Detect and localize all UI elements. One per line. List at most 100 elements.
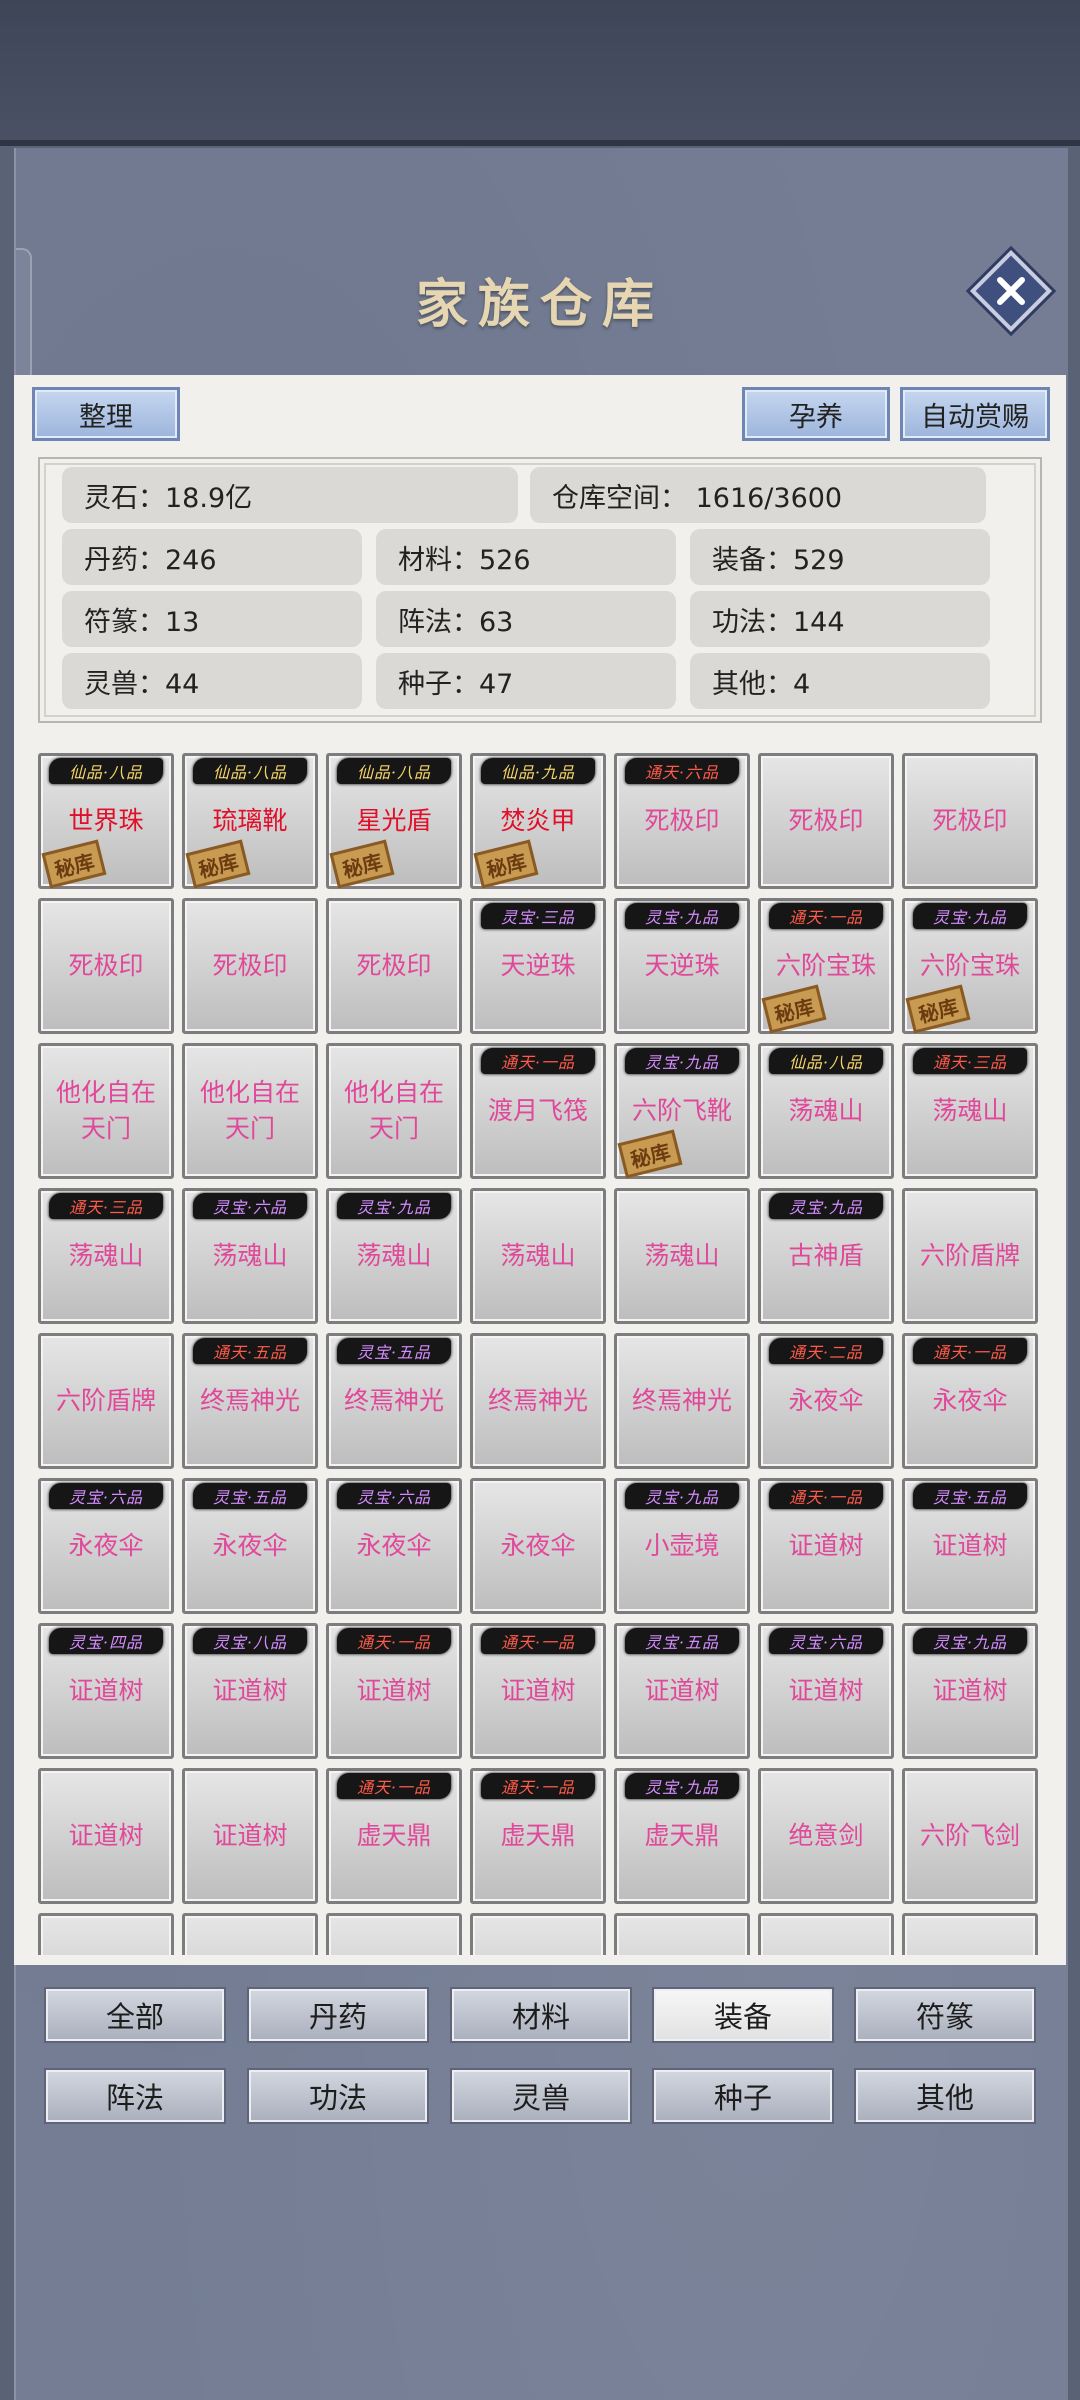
- item-grade-badge: 灵宝·五品: [913, 1483, 1027, 1509]
- tab-3[interactable]: 材料: [450, 1987, 632, 2043]
- item-slot[interactable]: 永夜伞 灵宝·五品: [182, 1478, 318, 1614]
- item-name: 死极印: [932, 806, 1008, 835]
- tab-9[interactable]: 种子: [652, 2068, 834, 2124]
- item-slot[interactable]: 古神盾 灵宝·九品: [758, 1188, 894, 1324]
- item-slot-partial[interactable]: [902, 1913, 1038, 1955]
- tab-10[interactable]: 其他: [854, 2068, 1036, 2124]
- item-slot[interactable]: 焚炎甲 仙品·九品 秘库: [470, 753, 606, 889]
- organize-button[interactable]: 整理: [32, 387, 180, 441]
- item-slot[interactable]: 六阶飞剑: [902, 1768, 1038, 1904]
- item-name: 证道树: [212, 1821, 288, 1850]
- item-slot[interactable]: 死极印: [758, 753, 894, 889]
- item-slot[interactable]: 终焉神光 灵宝·五品: [326, 1333, 462, 1469]
- item-slot[interactable]: 终焉神光: [470, 1333, 606, 1469]
- item-grade-badge: 通天·三品: [49, 1193, 163, 1219]
- item-grade-badge: 仙品·八品: [337, 758, 451, 784]
- item-slot[interactable]: 荡魂山: [614, 1188, 750, 1324]
- item-slot[interactable]: 证道树 灵宝·五品: [614, 1623, 750, 1759]
- item-slot[interactable]: 六阶飞靴 灵宝·九品 秘库: [614, 1043, 750, 1179]
- auto-reward-button[interactable]: 自动赏赐: [900, 387, 1050, 441]
- item-slot[interactable]: 虚天鼎 通天·一品: [470, 1768, 606, 1904]
- tab-6[interactable]: 阵法: [44, 2068, 226, 2124]
- item-slot[interactable]: 证道树 通天·一品: [758, 1478, 894, 1614]
- item-slot[interactable]: 他化自在天门: [182, 1043, 318, 1179]
- item-slot-partial[interactable]: [614, 1913, 750, 1955]
- nurture-button[interactable]: 孕养: [742, 387, 890, 441]
- item-grade-badge: 灵宝·五品: [193, 1483, 307, 1509]
- item-slot[interactable]: 死极印: [182, 898, 318, 1034]
- item-slot[interactable]: 天逆珠 灵宝·九品: [614, 898, 750, 1034]
- item-slot[interactable]: 六阶盾牌: [38, 1333, 174, 1469]
- tab-5[interactable]: 符篆: [854, 1987, 1036, 2043]
- item-slot[interactable]: 他化自在天门: [38, 1043, 174, 1179]
- item-slot[interactable]: 证道树 灵宝·五品: [902, 1478, 1038, 1614]
- item-slot[interactable]: 世界珠 仙品·八品 秘库: [38, 753, 174, 889]
- item-slot[interactable]: 荡魂山 灵宝·六品: [182, 1188, 318, 1324]
- item-slot[interactable]: 他化自在天门: [326, 1043, 462, 1179]
- item-slot[interactable]: 琉璃靴 仙品·八品 秘库: [182, 753, 318, 889]
- item-slot[interactable]: 荡魂山 灵宝·九品: [326, 1188, 462, 1324]
- item-slot[interactable]: 证道树 灵宝·八品: [182, 1623, 318, 1759]
- item-name: 他化自在天门: [199, 1078, 300, 1143]
- item-slot[interactable]: 虚天鼎 灵宝·九品: [614, 1768, 750, 1904]
- item-name: 荡魂山: [500, 1241, 576, 1270]
- item-grade-badge: 通天·二品: [769, 1338, 883, 1364]
- item-slot[interactable]: 证道树: [38, 1768, 174, 1904]
- item-slot[interactable]: 六阶宝珠 灵宝·九品 秘库: [902, 898, 1038, 1034]
- item-grade-badge: 灵宝·九品: [625, 1048, 739, 1074]
- item-slot[interactable]: 荡魂山 通天·三品: [38, 1188, 174, 1324]
- item-slot-partial[interactable]: [182, 1913, 318, 1955]
- item-slot[interactable]: 荡魂山: [470, 1188, 606, 1324]
- item-name: 终焉神光: [631, 1386, 732, 1415]
- item-slot[interactable]: 永夜伞 灵宝·六品: [326, 1478, 462, 1614]
- item-grade-badge: 灵宝·五品: [625, 1628, 739, 1654]
- item-name: 六阶盾牌: [55, 1386, 156, 1415]
- item-slot[interactable]: 死极印 通天·六品: [614, 753, 750, 889]
- item-slot-partial[interactable]: [470, 1913, 606, 1955]
- item-slot-partial[interactable]: [758, 1913, 894, 1955]
- tab-4[interactable]: 装备: [652, 1987, 834, 2043]
- item-slot[interactable]: 证道树 灵宝·六品: [758, 1623, 894, 1759]
- item-name: 死极印: [788, 806, 864, 835]
- item-slot[interactable]: 永夜伞 通天·二品: [758, 1333, 894, 1469]
- item-slot[interactable]: 证道树 灵宝·九品: [902, 1623, 1038, 1759]
- item-slot[interactable]: 虚天鼎 通天·一品: [326, 1768, 462, 1904]
- tab-7[interactable]: 功法: [247, 2068, 429, 2124]
- item-slot[interactable]: 死极印: [902, 753, 1038, 889]
- item-slot[interactable]: 小壶境 灵宝·九品: [614, 1478, 750, 1614]
- item-slot[interactable]: 六阶宝珠 通天·一品 秘库: [758, 898, 894, 1034]
- item-slot[interactable]: 证道树 通天·一品: [326, 1623, 462, 1759]
- item-grade-badge: 仙品·八品: [193, 758, 307, 784]
- item-slot[interactable]: 六阶盾牌: [902, 1188, 1038, 1324]
- tab-2[interactable]: 丹药: [247, 1987, 429, 2043]
- item-slot-partial[interactable]: [326, 1913, 462, 1955]
- item-slot[interactable]: 星光盾 仙品·八品 秘库: [326, 753, 462, 889]
- page-title: 家族仓库: [415, 274, 664, 335]
- item-grade-badge: 灵宝·九品: [625, 903, 739, 929]
- item-slot[interactable]: 终焉神光: [614, 1333, 750, 1469]
- item-slot[interactable]: 死极印: [326, 898, 462, 1034]
- item-slot[interactable]: 荡魂山 通天·三品: [902, 1043, 1038, 1179]
- item-slot[interactable]: 死极印: [38, 898, 174, 1034]
- item-slot[interactable]: 证道树 通天·一品: [470, 1623, 606, 1759]
- item-slot[interactable]: 永夜伞 灵宝·六品: [38, 1478, 174, 1614]
- item-slot[interactable]: 永夜伞: [470, 1478, 606, 1614]
- item-grade-badge: 灵宝·六品: [337, 1483, 451, 1509]
- item-slot[interactable]: 绝意剑: [758, 1768, 894, 1904]
- item-slot[interactable]: 证道树 灵宝·四品: [38, 1623, 174, 1759]
- stat-equipment: 装备：529: [690, 529, 990, 585]
- item-grade-badge: 灵宝·九品: [337, 1193, 451, 1219]
- tab-1[interactable]: 全部: [44, 1987, 226, 2043]
- item-slot[interactable]: 证道树: [182, 1768, 318, 1904]
- item-grade-badge: 通天·一品: [769, 1483, 883, 1509]
- item-slot[interactable]: 渡月飞筏 通天·一品: [470, 1043, 606, 1179]
- item-grade-badge: 通天·一品: [769, 903, 883, 929]
- item-grade-badge: 通天·三品: [913, 1048, 1027, 1074]
- item-slot[interactable]: 天逆珠 灵宝·三品: [470, 898, 606, 1034]
- tab-8[interactable]: 灵兽: [450, 2068, 632, 2124]
- item-slot[interactable]: 荡魂山 仙品·八品: [758, 1043, 894, 1179]
- item-slot-partial[interactable]: [38, 1913, 174, 1955]
- item-slot[interactable]: 终焉神光 通天·五品: [182, 1333, 318, 1469]
- item-name: 荡魂山: [644, 1241, 720, 1270]
- item-slot[interactable]: 永夜伞 通天·一品: [902, 1333, 1038, 1469]
